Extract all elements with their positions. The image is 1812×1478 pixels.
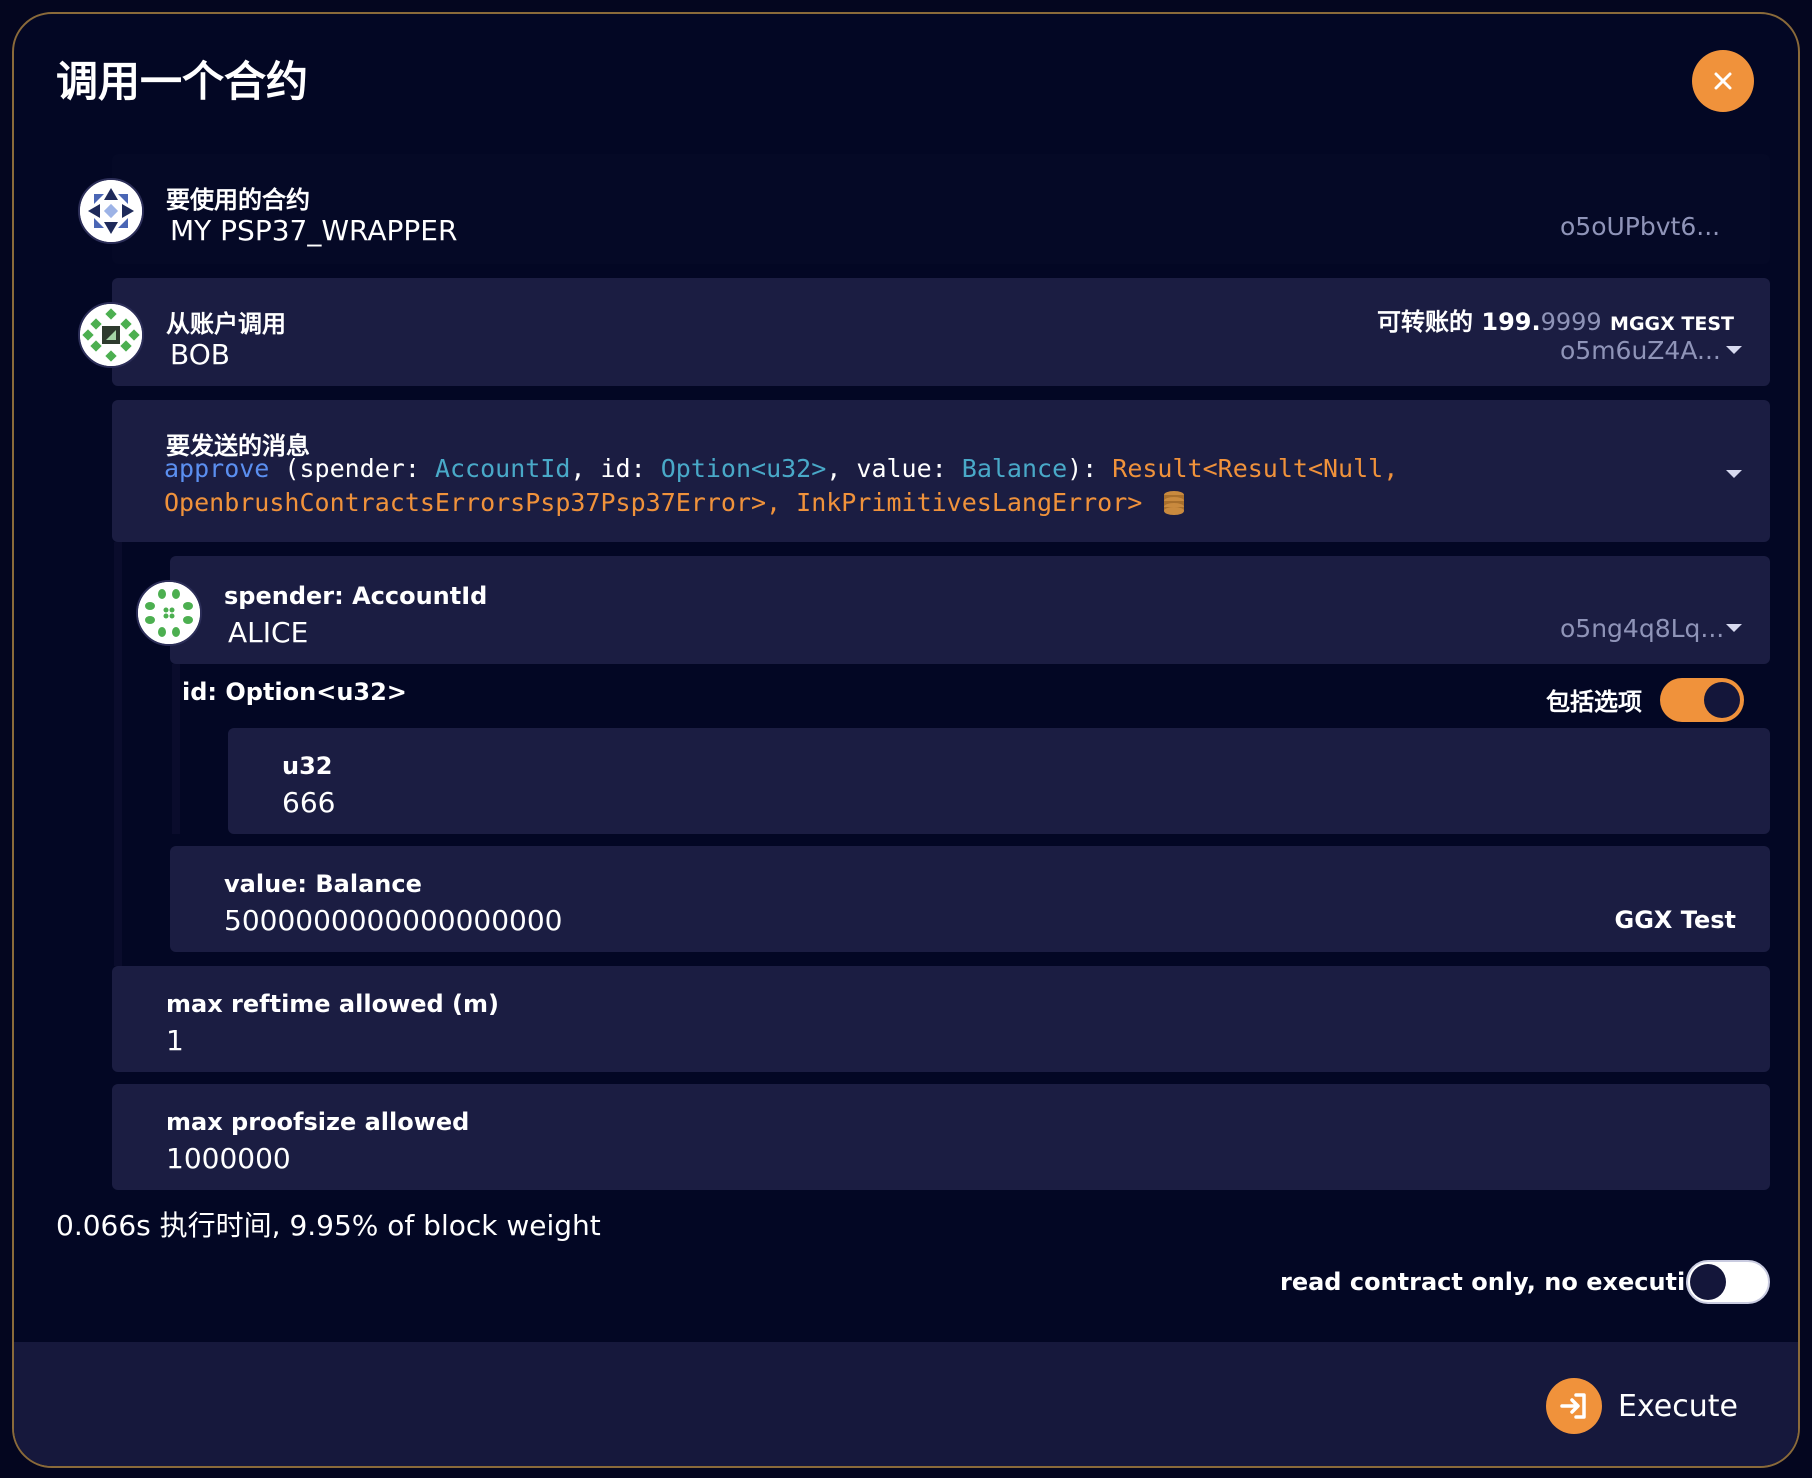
identicon-icon: [80, 304, 142, 366]
read-only-toggle[interactable]: [1686, 1260, 1770, 1304]
sig-return: OpenbrushContractsErrorsPsp37Psp37Error>…: [164, 488, 1143, 517]
close-icon: [1714, 72, 1732, 90]
toggle-knob: [1690, 1264, 1726, 1300]
sig-type: Balance: [961, 454, 1068, 483]
execute-label: Execute: [1618, 1388, 1738, 1424]
spender-label: spender: AccountId: [224, 582, 488, 610]
include-option-label: 包括选项: [1546, 688, 1642, 716]
caller-name: BOB: [170, 338, 230, 371]
sig-return: Result<Result<Null,: [1112, 454, 1399, 483]
reftime-input[interactable]: max reftime allowed (m) 1: [112, 966, 1770, 1072]
proofsize-value[interactable]: 1000000: [166, 1142, 291, 1175]
chevron-down-icon: [1726, 470, 1742, 478]
spender-account-selector[interactable]: spender: AccountId ALICE o5ng4q8Lq...: [170, 556, 1770, 664]
dialog-title: 调用一个合约: [56, 57, 309, 106]
contract-label: 要使用的合约: [166, 186, 310, 214]
proofsize-label: max proofsize allowed: [166, 1108, 470, 1136]
contract-identicon: [78, 178, 144, 244]
spender-name: ALICE: [228, 616, 309, 649]
execute-button[interactable]: Execute: [1546, 1374, 1738, 1438]
sig-type: Option<u32>: [660, 454, 827, 483]
call-contract-dialog: 调用一个合约 要使用的合约 MY PSP37_WRAPPER o5oUPbvt6…: [12, 12, 1800, 1468]
contract-selector[interactable]: 要使用的合约 MY PSP37_WRAPPER o5oUPbvt6...: [112, 154, 1770, 264]
balance-label: 可转账的: [1377, 308, 1474, 336]
caller-label: 从账户调用: [166, 310, 286, 338]
value-unit: GGX Test: [1614, 906, 1736, 934]
value-param-value[interactable]: 5000000000000000000: [224, 904, 562, 937]
execution-estimate: 0.066s 执行时间, 9.95% of block weight: [56, 1209, 601, 1242]
dialog-footer: [14, 1342, 1798, 1466]
message-fn: approve: [164, 454, 270, 483]
read-only-label: read contract only, no execution: [1280, 1268, 1719, 1296]
coins-icon: [1164, 491, 1185, 515]
message-signature: approve (spender: AccountId, id: Option<…: [164, 452, 1564, 520]
message-selector[interactable]: 要发送的消息 approve (spender: AccountId, id: …: [112, 400, 1770, 542]
identicon-icon: [80, 180, 142, 242]
sig-part: , value:: [826, 454, 962, 483]
chevron-down-icon: [1726, 346, 1742, 354]
tree-guide: [172, 664, 180, 834]
contract-address: o5oUPbvt6...: [1560, 212, 1721, 241]
caller-identicon: [78, 302, 144, 368]
close-button[interactable]: [1692, 50, 1754, 112]
identicon-icon: [138, 582, 200, 644]
sign-in-icon: [1546, 1378, 1603, 1434]
sig-type: AccountId: [434, 454, 571, 483]
caller-account-selector[interactable]: 从账户调用 BOB 可转账的 199.9999 MGGX TEST o5m6uZ…: [112, 278, 1770, 386]
sig-part: (spender:: [269, 454, 435, 483]
include-option-toggle[interactable]: [1660, 678, 1744, 722]
balance-decimals: 9999: [1540, 308, 1602, 336]
u32-input[interactable]: u32 666: [228, 728, 1770, 834]
toggle-knob: [1704, 682, 1740, 718]
chevron-down-icon: [1726, 624, 1742, 632]
balance-int: 199.: [1481, 308, 1541, 336]
sig-part: , id:: [570, 454, 661, 483]
id-param-label: id: Option<u32>: [182, 678, 407, 706]
transferable-balance: 可转账的 199.9999 MGGX TEST: [1377, 302, 1734, 337]
tree-guide: [114, 542, 122, 966]
reftime-label: max reftime allowed (m): [166, 990, 499, 1018]
u32-label: u32: [282, 752, 333, 780]
sig-part: ):: [1067, 454, 1113, 483]
caller-address: o5m6uZ4A...: [1560, 336, 1721, 365]
balance-input[interactable]: value: Balance 5000000000000000000 GGX T…: [170, 846, 1770, 952]
balance-unit: MGGX TEST: [1610, 313, 1734, 335]
value-param-label: value: Balance: [224, 870, 422, 898]
proofsize-input[interactable]: max proofsize allowed 1000000: [112, 1084, 1770, 1190]
u32-value[interactable]: 666: [282, 786, 335, 819]
contract-name: MY PSP37_WRAPPER: [170, 214, 458, 247]
spender-identicon: [136, 580, 202, 646]
reftime-value[interactable]: 1: [166, 1024, 184, 1057]
spender-address: o5ng4q8Lq...: [1560, 614, 1725, 643]
